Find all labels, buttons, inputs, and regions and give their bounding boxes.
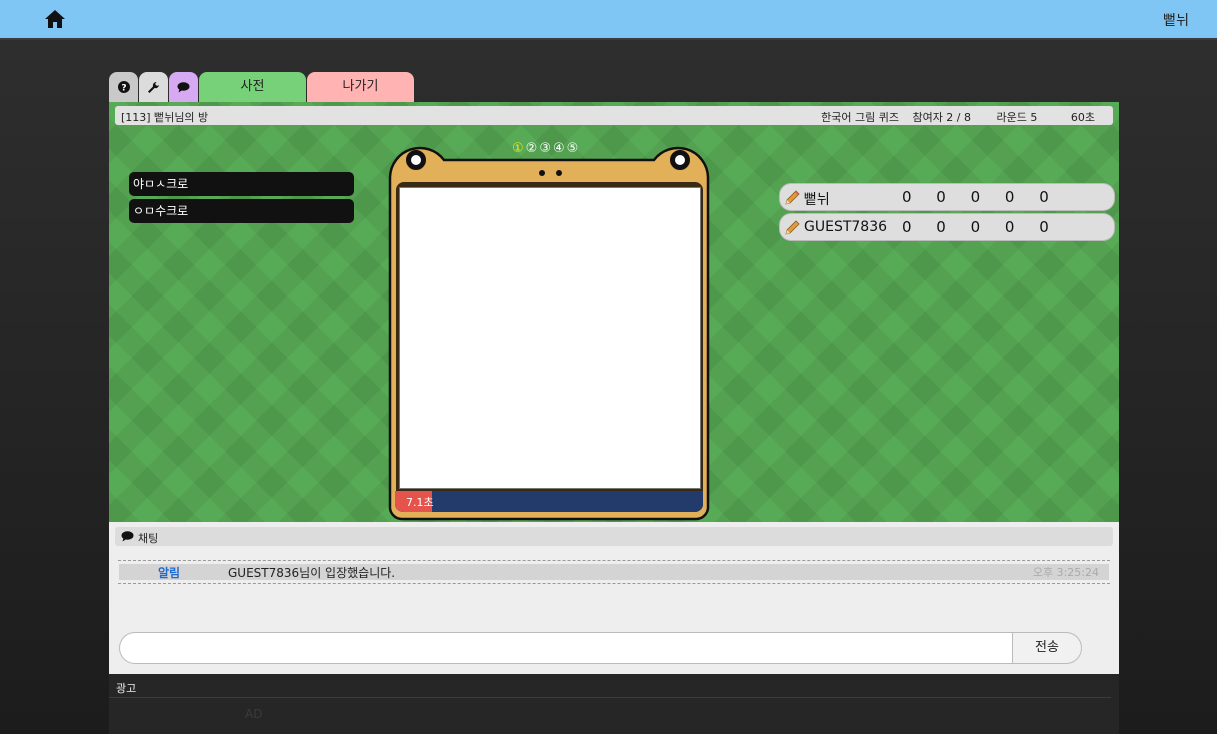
hint-item: 야ㅁㅅ크로: [129, 172, 354, 196]
round-dot: ④: [552, 141, 567, 156]
ad-section: 광고 AD: [109, 674, 1119, 734]
chat-log[interactable]: 알림 GUEST7836님이 입장했습니다. 오후 3:25:24: [118, 560, 1110, 584]
board-eye-right: [670, 150, 690, 170]
round-dot: ②: [525, 141, 540, 156]
chat-title: 채팅: [138, 532, 159, 545]
message-time: 오후 3:25:24: [1032, 566, 1099, 579]
exit-tab[interactable]: 나가기: [307, 72, 414, 102]
time-limit: 60초: [1070, 111, 1095, 124]
svg-text:?: ?: [121, 84, 126, 94]
timer-text: 7.1초: [406, 496, 434, 509]
send-button[interactable]: 전송: [1012, 632, 1082, 664]
player-row[interactable]: 뻩뉘 0 0 0 0 0: [779, 183, 1115, 211]
wrench-icon: [148, 81, 159, 93]
participant-count: 참여자 2 / 8: [912, 111, 972, 124]
chat-message: 알림 GUEST7836님이 입장했습니다. 오후 3:25:24: [119, 564, 1109, 580]
drawing-board: ①②③④⑤ 7.1초: [388, 131, 711, 521]
chat-tab[interactable]: [169, 72, 198, 102]
room-title: [113] 뻩뉘님의 방: [121, 111, 209, 124]
board-eye-left: [406, 150, 426, 170]
chat-input[interactable]: [119, 632, 1012, 664]
chat-header: 채팅: [115, 527, 1113, 546]
chat-bubble-icon: [121, 531, 134, 542]
pencil-icon: [785, 190, 800, 205]
player-row[interactable]: GUEST7836 0 0 0 0 0: [779, 213, 1115, 241]
round-count: 라운드 5: [996, 111, 1038, 124]
message-sender: 알림: [158, 566, 181, 580]
hint-item: ㅇㅁ수크로: [129, 199, 354, 223]
help-tab[interactable]: ?: [109, 72, 138, 102]
user-name[interactable]: 뻩뉘: [1163, 10, 1189, 30]
chat-bubble-icon: [177, 81, 190, 92]
top-bar: 뻩뉘: [0, 0, 1217, 40]
round-dot: ①: [512, 141, 526, 156]
round-indicator: ①②③④⑤: [512, 141, 580, 156]
room-info-bar: [113] 뻩뉘님의 방 한국어 그림 퀴즈 참여자 2 / 8 라운드 5 6…: [115, 106, 1113, 125]
ad-text[interactable]: AD: [245, 707, 262, 721]
round-dot: ⑤: [566, 141, 581, 156]
game-area: [113] 뻩뉘님의 방 한국어 그림 퀴즈 참여자 2 / 8 라운드 5 6…: [109, 102, 1119, 522]
dictionary-tab[interactable]: 사전: [199, 72, 306, 102]
timer-bar: 7.1초: [395, 491, 703, 512]
game-mode: 한국어 그림 퀴즈: [821, 111, 899, 124]
round-dot: ③: [539, 141, 553, 156]
settings-tab[interactable]: [139, 72, 168, 102]
room-meta: 한국어 그림 퀴즈 참여자 2 / 8 라운드 5 60초: [811, 109, 1095, 125]
home-icon[interactable]: [44, 9, 66, 29]
player-name: GUEST7836: [804, 219, 888, 235]
player-score: 0 0 0 0 0: [902, 218, 1059, 236]
ad-title: 광고: [116, 682, 137, 695]
chat-panel: 채팅 알림 GUEST7836님이 입장했습니다. 오후 3:25:24 전송: [109, 522, 1119, 674]
question-icon: ?: [117, 81, 130, 94]
drawing-canvas[interactable]: [399, 187, 701, 489]
message-text: GUEST7836님이 입장했습니다.: [228, 566, 396, 580]
pencil-icon: [785, 220, 800, 235]
ad-divider: [109, 697, 1111, 698]
player-name: 뻩뉘: [804, 192, 830, 208]
player-score: 0 0 0 0 0: [902, 188, 1059, 206]
